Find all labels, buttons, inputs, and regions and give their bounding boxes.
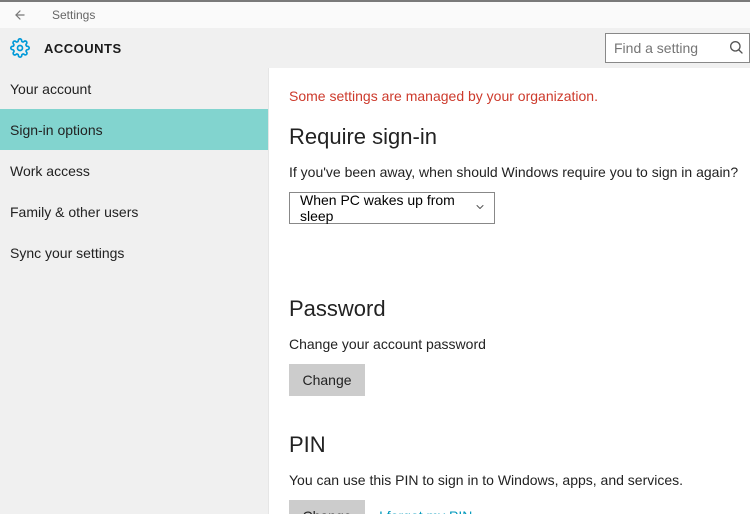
sidebar-item-sync-settings[interactable]: Sync your settings (0, 232, 268, 273)
window-title: Settings (52, 8, 95, 22)
sidebar-item-label: Family & other users (10, 204, 138, 220)
pin-section: PIN You can use this PIN to sign in to W… (289, 432, 750, 514)
password-desc: Change your account password (289, 336, 750, 352)
sidebar-item-label: Sync your settings (10, 245, 124, 261)
pin-heading: PIN (289, 432, 750, 458)
sidebar-item-work-access[interactable]: Work access (0, 150, 268, 191)
back-button[interactable] (8, 8, 32, 22)
section-title: ACCOUNTS (44, 41, 122, 56)
chevron-down-icon (474, 200, 486, 216)
search-box[interactable] (605, 33, 750, 63)
sidebar-item-your-account[interactable]: Your account (0, 68, 268, 109)
titlebar: Settings (0, 2, 750, 28)
sidebar-item-label: Work access (10, 163, 90, 179)
password-change-button[interactable]: Change (289, 364, 365, 396)
select-value: When PC wakes up from sleep (300, 192, 466, 224)
pin-change-button[interactable]: Change (289, 500, 365, 514)
forgot-pin-link[interactable]: I forgot my PIN (379, 508, 472, 514)
sidebar-item-family-other-users[interactable]: Family & other users (0, 191, 268, 232)
search-input[interactable] (605, 33, 750, 63)
password-section: Password Change your account password Ch… (289, 296, 750, 396)
password-heading: Password (289, 296, 750, 322)
sidebar-item-sign-in-options[interactable]: Sign-in options (0, 109, 268, 150)
managed-notice: Some settings are managed by your organi… (289, 88, 750, 104)
require-signin-desc: If you've been away, when should Windows… (289, 164, 750, 180)
gear-icon (8, 36, 32, 60)
pin-desc: You can use this PIN to sign in to Windo… (289, 472, 750, 488)
sidebar: Your account Sign-in options Work access… (0, 68, 269, 514)
header: ACCOUNTS (0, 28, 750, 68)
require-signin-select[interactable]: When PC wakes up from sleep (289, 192, 495, 224)
arrow-left-icon (13, 8, 27, 22)
require-signin-heading: Require sign-in (289, 124, 750, 150)
content-area: Some settings are managed by your organi… (269, 68, 750, 514)
sidebar-item-label: Sign-in options (10, 122, 103, 138)
require-signin-section: Require sign-in If you've been away, whe… (289, 124, 750, 260)
sidebar-item-label: Your account (10, 81, 91, 97)
